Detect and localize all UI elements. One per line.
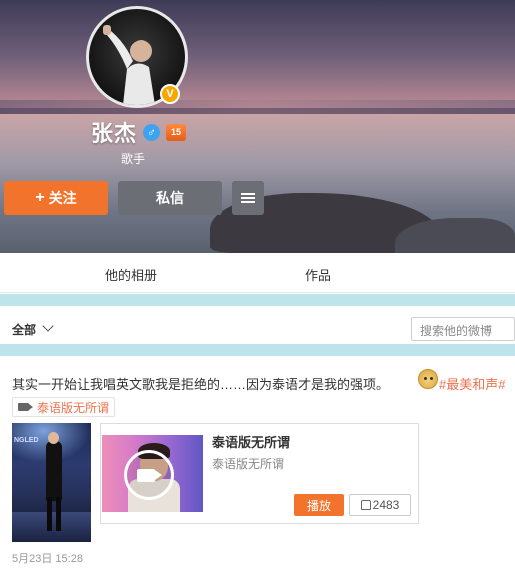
profile-name-row: 张杰 ♂ 15 [91,116,187,148]
feed-filter-bar: 全部 搜索他的微博 [0,306,515,344]
filter-all-dropdown[interactable]: 全部 [12,321,36,338]
profile-cover: V 张杰 ♂ 15 歌手 + 关注 私信 [0,0,515,253]
section-divider [0,344,515,356]
chevron-down-icon[interactable] [42,320,54,332]
more-menu-button[interactable] [232,181,264,215]
video-card-title[interactable]: 泰语版无所谓 [212,432,290,451]
video-card[interactable]: 泰语版无所谓 泰语版无所谓 播放 2483 [100,423,419,524]
play-video-icon[interactable] [124,450,174,500]
profile-tabs: 他的相册 作品 [0,253,515,293]
search-input[interactable]: 搜索他的微博 [411,317,515,341]
video-link-tag[interactable]: 泰语版无所谓 [12,397,116,417]
hamburger-icon [241,193,255,203]
member-level-icon[interactable]: 15 [166,123,187,141]
message-button[interactable]: 私信 [118,181,222,215]
stage-sign-text: NGLED [14,437,39,444]
doge-emoji-icon [418,369,438,389]
tab-album[interactable]: 他的相册 [105,265,157,284]
verified-badge-icon: V [160,84,180,104]
plus-icon: + [35,189,45,206]
like-button[interactable]: 2483 [349,494,411,516]
male-gender-icon: ♂ [143,123,161,141]
message-label: 私信 [156,190,184,206]
hashtag-link[interactable]: #最美和声# [439,374,505,393]
post-text: 其实一开始让我唱英文歌我是拒绝的……因为泰语才是我的强项。 [12,377,390,392]
profile-name: 张杰 [91,121,138,146]
video-camera-icon [18,403,33,411]
profile-profession: 歌手 [121,152,146,166]
post-image-thumbnail[interactable]: NGLED [12,423,91,542]
video-card-subtitle: 泰语版无所谓 [212,457,285,471]
post-timestamp[interactable]: 5月23日 15:28 [12,550,83,566]
follow-button[interactable]: + 关注 [4,181,108,215]
play-button[interactable]: 播放 [294,494,344,516]
tab-works[interactable]: 作品 [305,265,331,284]
video-cover[interactable] [102,435,203,512]
video-link-label: 泰语版无所谓 [37,400,110,415]
like-count: 2483 [372,498,400,512]
thumbs-up-icon [360,500,371,510]
section-divider [0,294,515,306]
follow-label: 关注 [48,190,77,206]
